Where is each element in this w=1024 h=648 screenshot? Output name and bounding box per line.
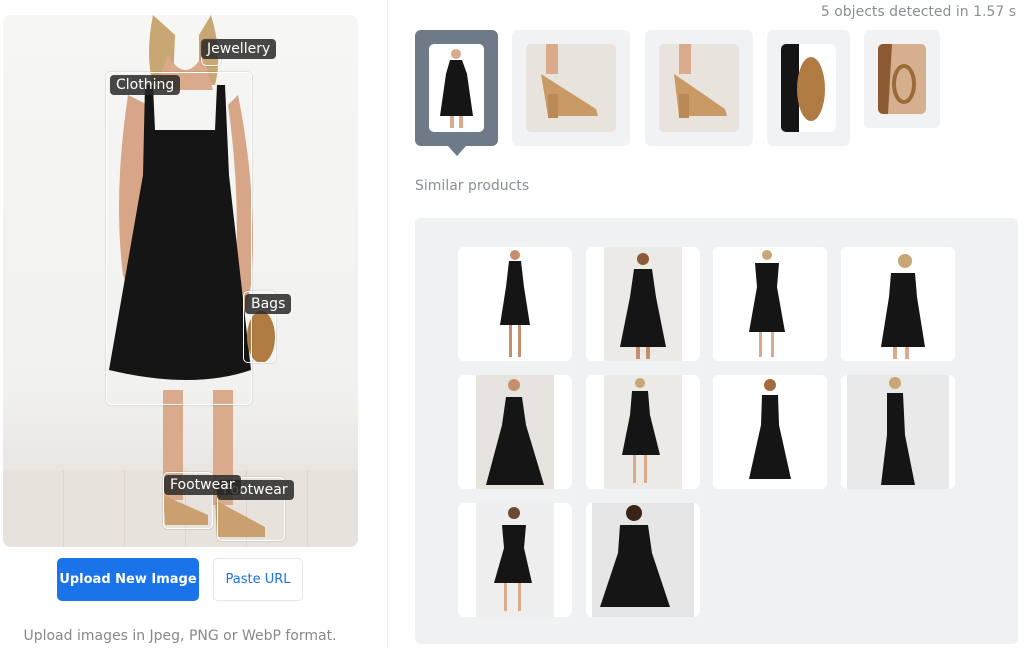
product-card[interactable] [458,375,572,489]
similar-products-grid [415,218,1018,644]
product-card[interactable] [586,503,700,617]
thumb-bag-image [781,44,836,132]
product-card[interactable] [713,247,827,361]
product-card[interactable] [713,375,827,489]
earring-thumb-icon [878,44,916,114]
thumb-dress-image [429,44,484,132]
thumb-shoe-2[interactable] [645,30,753,146]
similar-products-title: Similar products [415,178,530,194]
bag-thumb-icon [781,44,825,132]
detection-status: 5 objects detected in 1.57 s [820,4,1016,20]
tag-bags[interactable]: Bags [245,294,292,314]
product-image [622,378,660,483]
paste-url-button[interactable]: Paste URL [213,558,303,601]
thumb-bag[interactable] [767,30,850,146]
upload-hint: Upload images in Jpeg, PNG or WebP forma… [23,628,337,644]
thumb-earring-image [878,44,926,114]
thumb-earring[interactable] [864,30,940,128]
upload-panel: Jewellery Clothing Bags Footwear Footwea… [0,0,388,648]
uploaded-photo: Jewellery Clothing Bags Footwear Footwea… [3,15,358,547]
product-card[interactable] [586,375,700,489]
product-image [881,377,915,485]
dress-thumb-icon [440,49,473,128]
tag-clothing[interactable]: Clothing [110,75,181,95]
clothing-box[interactable] [106,72,252,405]
thumb-shoe-2-image [659,44,739,132]
product-image [749,250,785,357]
product-card[interactable] [586,247,700,361]
shoe-thumb-icon [674,44,727,118]
product-image [620,253,666,359]
product-image [749,379,791,479]
product-image [486,379,544,485]
tag-jewellery[interactable]: Jewellery [201,39,277,59]
upload-new-image-button[interactable]: Upload New Image [57,558,199,601]
product-image [600,505,670,607]
thumb-dress[interactable] [415,30,498,156]
shoe-thumb-icon [541,44,598,118]
product-card[interactable] [841,247,955,361]
tag-footwear-1[interactable]: Footwear [164,475,241,495]
product-card[interactable] [458,247,572,361]
thumb-shoe-1[interactable] [512,30,630,146]
product-card[interactable] [841,375,955,489]
thumb-shoe-1-image [526,44,616,132]
product-image [500,250,530,357]
product-image [494,507,532,611]
product-image [881,254,925,359]
product-card[interactable] [458,503,572,617]
